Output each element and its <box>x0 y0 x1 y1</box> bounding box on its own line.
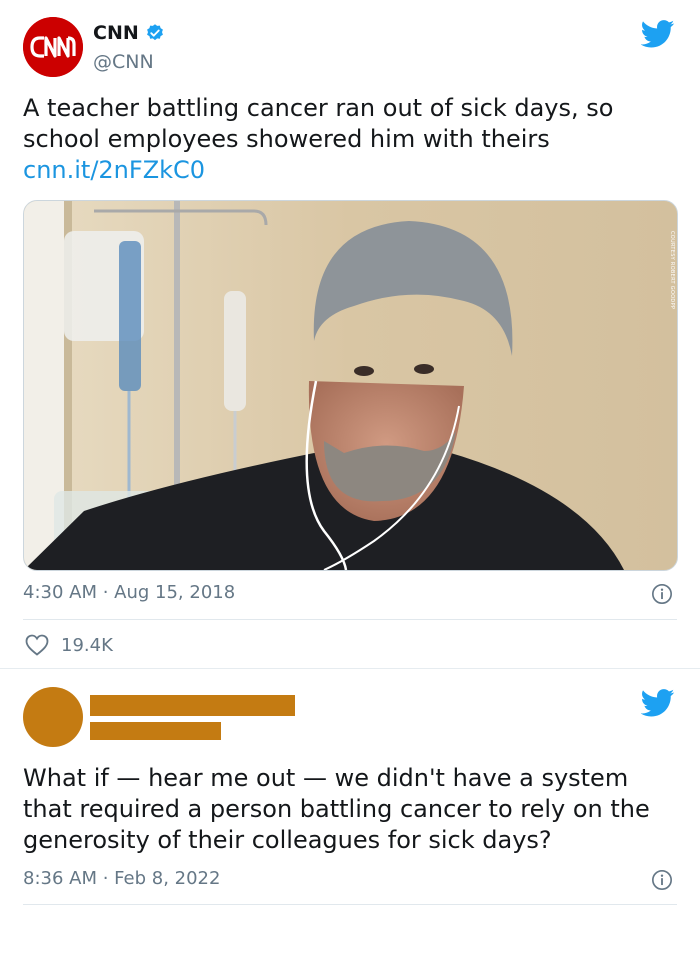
twitter-bird-icon[interactable] <box>641 20 675 48</box>
verified-badge-icon <box>146 24 163 41</box>
heart-icon[interactable] <box>25 634 49 656</box>
handle[interactable]: @CNN <box>93 51 154 73</box>
reply-tweet-card: What if — hear me out — we didn't have a… <box>0 669 700 959</box>
tweet-text: A teacher battling cancer ran out of sic… <box>23 93 663 186</box>
like-count: 19.4K <box>61 634 113 656</box>
tweet-body: A teacher battling cancer ran out of sic… <box>23 94 614 153</box>
redacted-handle <box>90 722 221 740</box>
photo-credit: COURTESY ROBERT GOODPP <box>669 231 675 310</box>
info-icon[interactable] <box>651 869 673 891</box>
cnn-tweet-card: CNN @CNN A teacher battling cancer ran o… <box>0 0 700 669</box>
article-link[interactable]: cnn.it/2nFZkC0 <box>23 155 663 186</box>
twitter-bird-icon[interactable] <box>641 689 675 717</box>
tweet-body: What if — hear me out — we didn't have a… <box>23 764 650 854</box>
tweet-timestamp[interactable]: 8:36 AM · Feb 8, 2022 <box>23 868 220 889</box>
divider <box>23 619 677 620</box>
like-action[interactable]: 19.4K <box>25 634 113 656</box>
redacted-display-name <box>90 695 295 716</box>
tweet-text: What if — hear me out — we didn't have a… <box>23 763 673 856</box>
redacted-avatar <box>23 687 83 747</box>
divider <box>23 904 677 905</box>
cnn-logo-icon <box>23 17 83 77</box>
author-name-row[interactable]: CNN <box>93 22 165 44</box>
tweet-photo[interactable]: COURTESY ROBERT GOODPP <box>23 200 678 571</box>
cnn-avatar[interactable] <box>23 17 83 77</box>
display-name[interactable]: CNN <box>93 22 139 44</box>
photo-man-in-beanie <box>24 201 677 570</box>
info-icon[interactable] <box>651 583 673 605</box>
tweet-timestamp[interactable]: 4:30 AM · Aug 15, 2018 <box>23 582 235 603</box>
